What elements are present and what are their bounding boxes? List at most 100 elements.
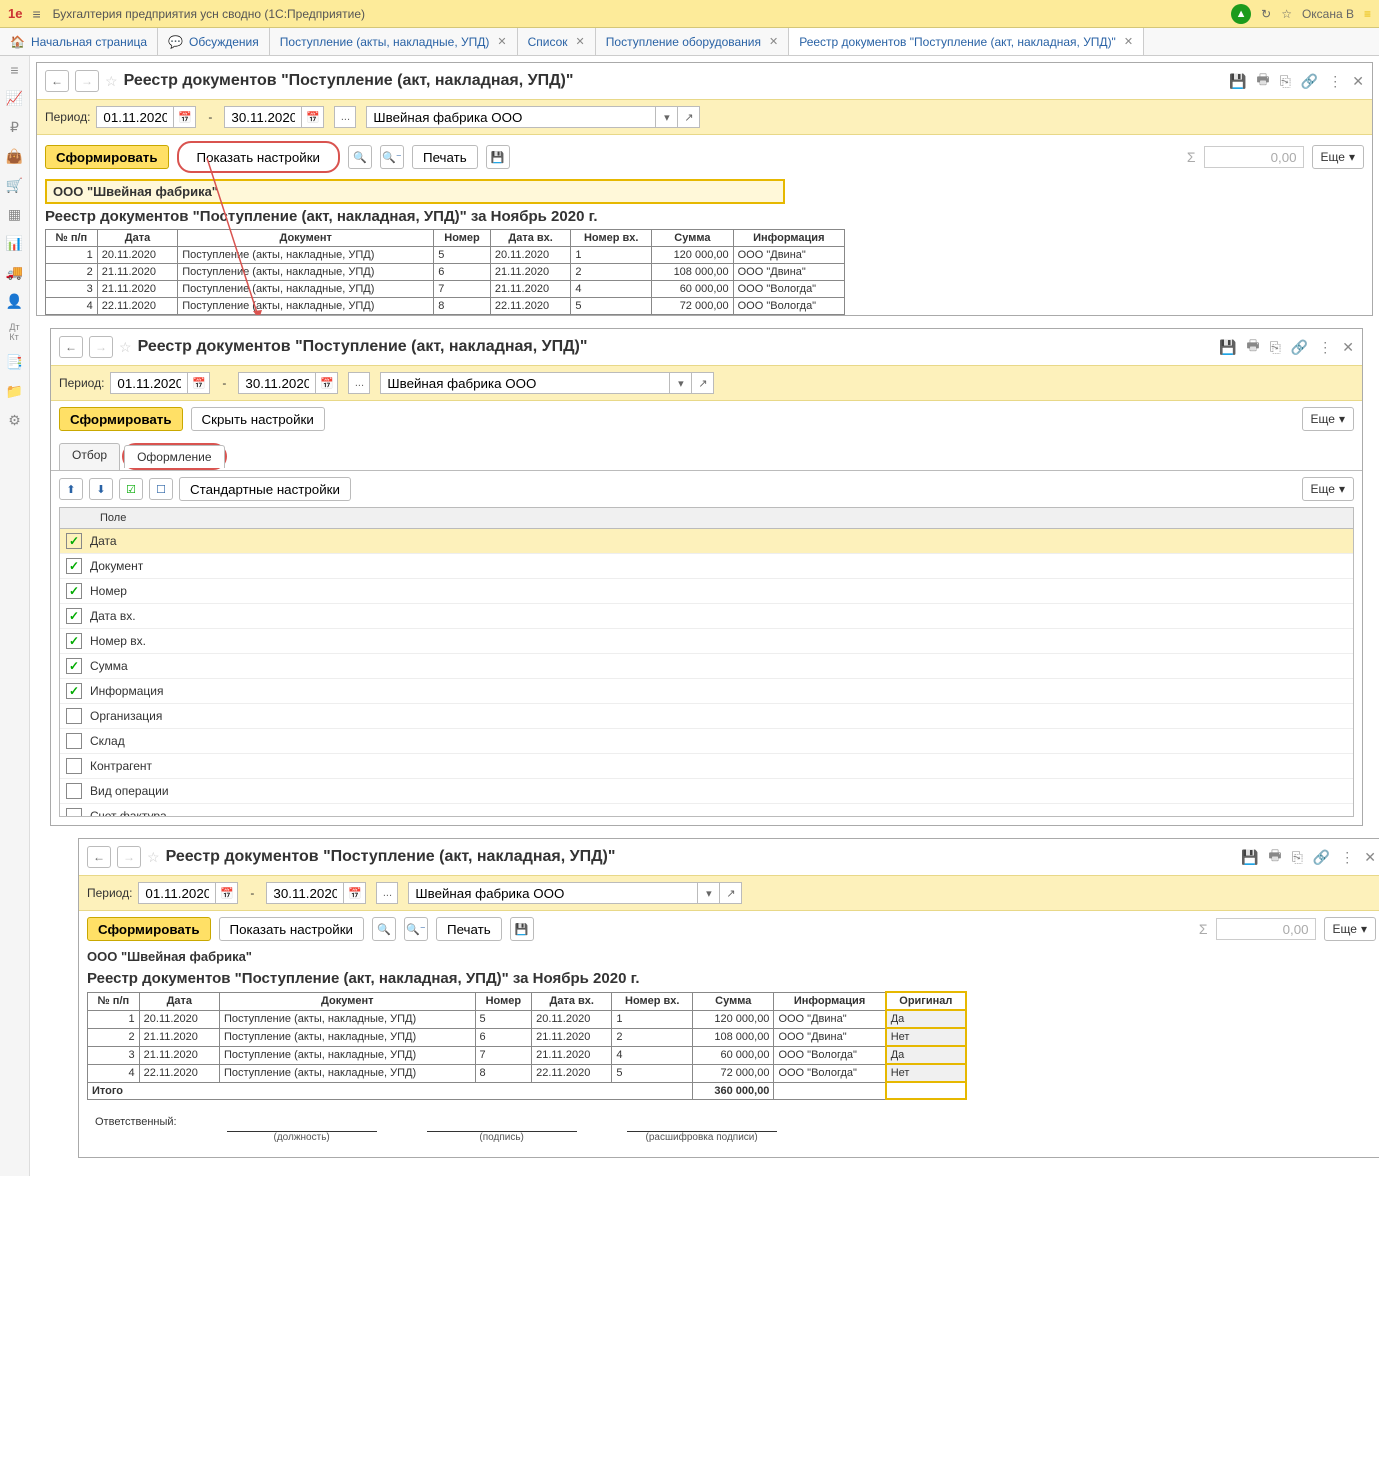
calendar-to-icon[interactable]: 📅 xyxy=(344,882,366,904)
export-icon[interactable]: ⎘ xyxy=(1270,339,1281,356)
calendar-to-icon[interactable]: 📅 xyxy=(302,106,324,128)
nav-back-button[interactable]: ← xyxy=(45,70,69,92)
rail-cart-icon[interactable]: 🛒 xyxy=(6,177,23,194)
search-clear-icon[interactable]: 🔍⁻ xyxy=(404,917,428,941)
rail-report-icon[interactable]: 📑 xyxy=(6,354,23,371)
close-icon[interactable]: ✕ xyxy=(1342,339,1354,356)
tab[interactable]: Поступление оборудования✕ xyxy=(596,28,789,55)
field-row[interactable]: Склад xyxy=(60,729,1353,754)
field-row[interactable]: Организация xyxy=(60,704,1353,729)
more-button[interactable]: Еще▾ xyxy=(1312,145,1364,169)
link-icon[interactable]: 🔗 xyxy=(1301,73,1318,90)
organization-input[interactable] xyxy=(366,106,656,128)
period-dots-button[interactable]: ... xyxy=(334,106,356,128)
star-icon[interactable]: ☆ xyxy=(119,339,132,356)
field-row[interactable]: Документ xyxy=(60,554,1353,579)
organization-input[interactable] xyxy=(408,882,698,904)
date-to-input[interactable] xyxy=(266,882,344,904)
field-checkbox[interactable] xyxy=(66,608,82,624)
more-button[interactable]: Еще▾ xyxy=(1302,407,1354,431)
calendar-to-icon[interactable]: 📅 xyxy=(316,372,338,394)
calendar-from-icon[interactable]: 📅 xyxy=(216,882,238,904)
generate-button[interactable]: Сформировать xyxy=(45,145,169,169)
date-to-input[interactable] xyxy=(238,372,316,394)
notification-icon[interactable]: ▲ xyxy=(1231,4,1251,24)
field-row[interactable]: Контрагент xyxy=(60,754,1353,779)
show-settings-button[interactable]: Показать настройки xyxy=(219,917,364,941)
link-icon[interactable]: 🔗 xyxy=(1291,339,1308,356)
calendar-from-icon[interactable]: 📅 xyxy=(174,106,196,128)
rail-truck-icon[interactable]: 🚚 xyxy=(6,264,23,281)
more-button[interactable]: Еще▾ xyxy=(1324,917,1376,941)
kebab-icon[interactable]: ⋮ xyxy=(1340,849,1354,866)
field-checkbox[interactable] xyxy=(66,658,82,674)
period-dots-button[interactable]: ... xyxy=(376,882,398,904)
field-row[interactable]: Номер вх. xyxy=(60,629,1353,654)
org-open-icon[interactable]: ↗ xyxy=(720,882,742,904)
org-dropdown-icon[interactable]: ▾ xyxy=(698,882,720,904)
field-row[interactable]: Информация xyxy=(60,679,1353,704)
kebab-icon[interactable]: ⋮ xyxy=(1318,339,1332,356)
search-clear-icon[interactable]: 🔍⁻ xyxy=(380,145,404,169)
rail-chart-icon[interactable]: 📈 xyxy=(6,90,23,107)
hide-settings-button[interactable]: Скрыть настройки xyxy=(191,407,325,431)
rail-stats-icon[interactable]: 📊 xyxy=(6,235,23,252)
print-icon[interactable]: 🖶 xyxy=(1268,845,1281,869)
tab-design[interactable]: Оформление xyxy=(124,445,224,468)
tab[interactable]: Поступление (акты, накладные, УПД)✕ xyxy=(270,28,518,55)
rail-folder-icon[interactable]: 📁 xyxy=(6,383,23,400)
org-open-icon[interactable]: ↗ xyxy=(678,106,700,128)
export-icon[interactable]: ⎘ xyxy=(1280,73,1291,90)
move-up-icon[interactable]: ⬆ xyxy=(59,478,83,500)
period-dots-button[interactable]: ... xyxy=(348,372,370,394)
close-icon[interactable]: ✕ xyxy=(1352,73,1364,90)
field-checkbox[interactable] xyxy=(66,808,82,817)
tab-filter[interactable]: Отбор xyxy=(59,443,120,470)
tab[interactable]: 💬Обсуждения xyxy=(158,28,270,55)
field-row[interactable]: Сумма xyxy=(60,654,1353,679)
org-open-icon[interactable]: ↗ xyxy=(692,372,714,394)
calendar-from-icon[interactable]: 📅 xyxy=(188,372,210,394)
print-icon[interactable]: 🖶 xyxy=(1256,69,1269,93)
user-name[interactable]: Оксана В xyxy=(1302,7,1354,21)
print-button[interactable]: Печать xyxy=(412,145,478,169)
save-icon[interactable]: 💾 xyxy=(1219,339,1236,356)
field-row[interactable]: Дата вх. xyxy=(60,604,1353,629)
rail-gear-icon[interactable]: ⚙ xyxy=(8,412,21,429)
field-checkbox[interactable] xyxy=(66,583,82,599)
field-row[interactable]: Вид операции xyxy=(60,779,1353,804)
nav-fwd-button[interactable]: → xyxy=(75,70,99,92)
print-icon[interactable]: 🖶 xyxy=(1246,335,1259,359)
save-to-disk-icon[interactable]: 💾 xyxy=(486,145,510,169)
org-dropdown-icon[interactable]: ▾ xyxy=(656,106,678,128)
tab[interactable]: Реестр документов "Поступление (акт, нак… xyxy=(789,28,1144,55)
rail-ruble-icon[interactable]: ₽ xyxy=(10,119,19,136)
rail-bag-icon[interactable]: 👜 xyxy=(6,148,23,165)
rail-grid-icon[interactable]: ▦ xyxy=(8,206,21,223)
menu-icon[interactable]: ≡ xyxy=(32,6,40,22)
print-button[interactable]: Печать xyxy=(436,917,502,941)
star-icon[interactable]: ☆ xyxy=(105,73,118,90)
nav-fwd-button[interactable]: → xyxy=(117,846,141,868)
history-icon[interactable]: ↻ xyxy=(1261,7,1271,21)
std-settings-button[interactable]: Стандартные настройки xyxy=(179,477,351,501)
tab[interactable]: Список✕ xyxy=(518,28,596,55)
field-checkbox[interactable] xyxy=(66,683,82,699)
generate-button[interactable]: Сформировать xyxy=(59,407,183,431)
star-icon[interactable]: ☆ xyxy=(147,849,160,866)
tab-close-icon[interactable]: ✕ xyxy=(576,35,585,48)
nav-back-button[interactable]: ← xyxy=(59,336,83,358)
rail-dk-icon[interactable]: ДтКт xyxy=(9,322,19,342)
field-row[interactable]: Номер xyxy=(60,579,1353,604)
date-from-input[interactable] xyxy=(110,372,188,394)
move-down-icon[interactable]: ⬇ xyxy=(89,478,113,500)
field-checkbox[interactable] xyxy=(66,758,82,774)
favorite-icon[interactable]: ☆ xyxy=(1281,7,1292,21)
rail-menu-icon[interactable]: ≡ xyxy=(10,62,18,78)
kebab-icon[interactable]: ⋮ xyxy=(1328,73,1342,90)
date-from-input[interactable] xyxy=(96,106,174,128)
field-checkbox[interactable] xyxy=(66,708,82,724)
link-icon[interactable]: 🔗 xyxy=(1313,849,1330,866)
nav-back-button[interactable]: ← xyxy=(87,846,111,868)
field-checkbox[interactable] xyxy=(66,558,82,574)
